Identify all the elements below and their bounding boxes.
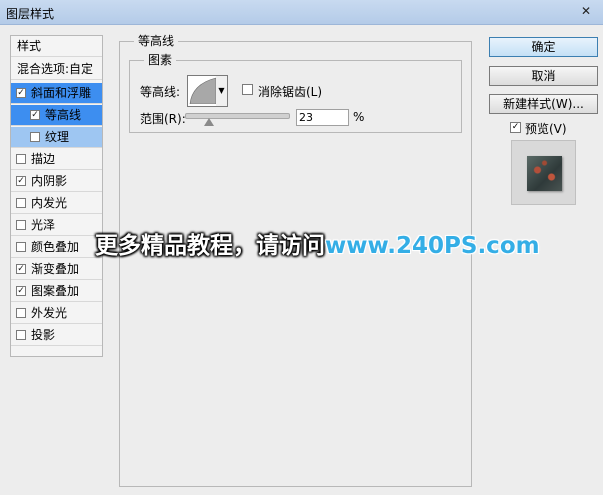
contour-curve-icon [189,77,217,104]
antialias-checkbox[interactable] [242,84,253,95]
style-item-stroke[interactable]: 描边 [11,149,102,170]
contour-label: 等高线: [140,85,181,99]
close-icon[interactable]: ✕ [579,4,593,18]
preview-checkbox[interactable]: ✓ [510,122,521,133]
watermark-text: 更多精品教程，请访问 [95,233,325,259]
checkbox-icon[interactable] [16,154,26,164]
preview-label: 预览(V) [525,122,567,136]
contour-dropdown-icon[interactable]: ▼ [216,75,228,107]
checkbox-icon[interactable]: ✓ [16,88,26,98]
checkbox-icon[interactable] [16,198,26,208]
checkbox-icon[interactable] [30,132,40,142]
style-item-bevel-emboss[interactable]: ✓ 斜面和浮雕 [11,83,102,104]
style-list: 样式 混合选项:自定 ✓ 斜面和浮雕 ✓ 等高线 纹理 描边 ✓ 内阴影 内发光… [10,35,103,357]
checkbox-icon[interactable] [16,242,26,252]
style-item-pattern-overlay[interactable]: ✓ 图案叠加 [11,281,102,302]
watermark: 更多精品教程，请访问www.240PS.com [95,229,540,263]
checkbox-icon[interactable]: ✓ [16,176,26,186]
style-item-satin[interactable]: 光泽 [11,215,102,236]
style-list-header: 样式 [11,36,102,57]
window-title: 图层样式 [6,7,55,21]
title-bar: 图层样式 ✕ [0,0,603,25]
style-item-color-overlay[interactable]: 颜色叠加 [11,237,102,258]
style-item-outer-glow[interactable]: 外发光 [11,303,102,324]
checkbox-icon[interactable] [16,308,26,318]
checkbox-icon[interactable]: ✓ [16,264,26,274]
range-slider-thumb[interactable] [203,118,214,126]
ok-button[interactable]: 确定 [489,37,598,57]
style-item-gradient-overlay[interactable]: ✓ 渐变叠加 [11,259,102,280]
range-input[interactable]: 23 [296,109,349,126]
watermark-url: www.240PS.com [325,233,540,259]
style-item-contour[interactable]: ✓ 等高线 [11,105,102,126]
checkbox-icon[interactable] [16,220,26,230]
section-title: 等高线 [134,34,179,48]
checkbox-icon[interactable]: ✓ [16,286,26,296]
blend-options-item[interactable]: 混合选项:自定 [11,59,102,80]
new-style-button[interactable]: 新建样式(W)... [489,94,598,114]
style-item-drop-shadow[interactable]: 投影 [11,325,102,346]
antialias-label: 消除锯齿(L) [258,85,323,99]
style-preview [511,140,576,205]
style-item-texture[interactable]: 纹理 [11,127,102,148]
style-item-inner-glow[interactable]: 内发光 [11,193,102,214]
cancel-button[interactable]: 取消 [489,66,598,86]
group-title: 图素 [144,53,177,67]
preview-swatch [527,156,562,191]
range-label: 范围(R): [140,112,186,126]
range-slider-track[interactable] [185,113,290,119]
checkbox-icon[interactable]: ✓ [30,110,40,120]
checkbox-icon[interactable] [16,330,26,340]
style-item-inner-shadow[interactable]: ✓ 内阴影 [11,171,102,192]
range-unit: % [353,110,365,124]
